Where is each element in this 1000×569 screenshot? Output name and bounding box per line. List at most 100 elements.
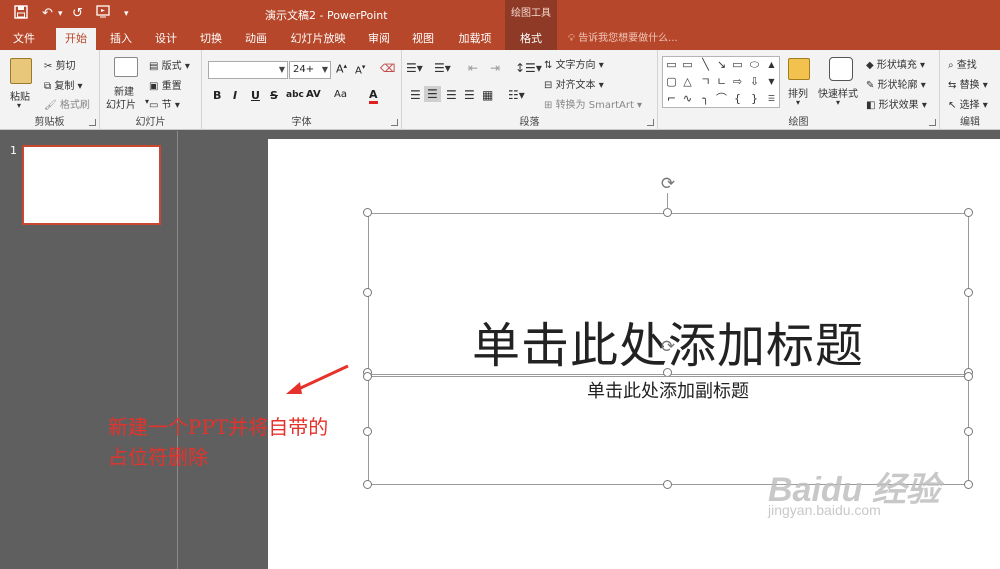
- tab-review[interactable]: 审阅: [362, 28, 396, 50]
- find-button[interactable]: ⌕ 查找: [948, 56, 977, 71]
- font-color-button[interactable]: A: [369, 88, 378, 104]
- tab-transitions[interactable]: 切换: [193, 28, 229, 50]
- new-slide-label2[interactable]: 幻灯片: [106, 96, 136, 111]
- smartart-button[interactable]: ⊞ 转换为 SmartArt ▾: [544, 96, 642, 111]
- tell-me-box[interactable]: 💡︎ 告诉我您想要做什么...: [568, 28, 678, 50]
- shrink-font-icon[interactable]: A▾: [355, 63, 365, 76]
- textbox-shape-icon[interactable]: ▭: [665, 58, 678, 71]
- customize-qat-icon[interactable]: ▾: [124, 5, 129, 23]
- font-launcher-icon[interactable]: [391, 119, 398, 126]
- triangle-shape-icon[interactable]: △: [681, 75, 694, 88]
- format-painter-button[interactable]: 🖌︎ 格式刷: [44, 96, 90, 111]
- right-arrow-shape-icon[interactable]: ⇨: [731, 75, 744, 88]
- strikethrough-button[interactable]: S: [270, 89, 278, 102]
- line-spacing-icon[interactable]: ↕☰▾: [515, 61, 542, 75]
- italic-button[interactable]: I: [233, 89, 237, 102]
- text-shadow-button[interactable]: abc: [286, 90, 304, 100]
- subtitle-placeholder-text[interactable]: 单击此处添加副标题: [368, 377, 968, 403]
- grow-font-icon[interactable]: A▴: [336, 62, 347, 76]
- columns-icon[interactable]: ☷▾: [508, 88, 525, 102]
- undo-dropdown-icon[interactable]: ▾: [58, 5, 63, 23]
- resize-handle[interactable]: [964, 427, 973, 436]
- underline-button[interactable]: U: [251, 89, 260, 102]
- numbering-icon[interactable]: ☰▾: [434, 61, 451, 75]
- align-text-button[interactable]: ⊟ 对齐文本 ▾: [544, 76, 604, 91]
- bullets-icon[interactable]: ☰▾: [406, 61, 423, 75]
- tab-home[interactable]: 开始: [56, 28, 96, 50]
- drawing-launcher-icon[interactable]: [929, 119, 936, 126]
- rectangle-shape-icon[interactable]: ▭: [731, 58, 744, 71]
- copy-button[interactable]: ⧉ 复制 ▾: [44, 77, 83, 92]
- font-name-dropdown-icon[interactable]: ▼: [279, 62, 285, 78]
- tab-format[interactable]: 格式: [505, 28, 557, 50]
- elbow-shape-icon[interactable]: ㄴ: [715, 75, 728, 88]
- star-shape-icon[interactable]: ⇩: [748, 75, 761, 88]
- oval-shape-icon[interactable]: ⬭: [748, 58, 761, 71]
- quick-styles-dropdown-icon[interactable]: ▾: [836, 98, 840, 107]
- tab-slideshow[interactable]: 幻灯片放映: [285, 28, 351, 50]
- line-shape-icon[interactable]: ╲: [699, 58, 712, 71]
- connector-shape-icon[interactable]: ㄱ: [699, 75, 712, 88]
- shape-effects-button[interactable]: ◧ 形状效果 ▾: [866, 96, 927, 111]
- shapes-gallery[interactable]: ▭ ▭ ╲ ↘ ▭ ⬭ ▢ △ ㄱ ㄴ ⇨ ⇩ ⌐ ∿ ╮ ⌒ { } ▲ ▼ …: [662, 56, 780, 108]
- resize-handle[interactable]: [363, 288, 372, 297]
- vertical-textbox-shape-icon[interactable]: ▭: [681, 58, 694, 71]
- arrange-dropdown-icon[interactable]: ▾: [796, 98, 800, 107]
- cut-button[interactable]: ✂ 剪切: [44, 57, 76, 72]
- rotate-handle-icon[interactable]: ⟳: [658, 337, 678, 357]
- gallery-scroll-up-icon[interactable]: ▲: [765, 58, 778, 71]
- save-icon[interactable]: [14, 5, 28, 23]
- freeform-shape-icon[interactable]: ⌐: [665, 92, 678, 105]
- brace-right-shape-icon[interactable]: }: [748, 92, 761, 105]
- font-size-combo[interactable]: 24+ ▼: [289, 61, 331, 79]
- tab-design[interactable]: 设计: [148, 28, 184, 50]
- redo-icon[interactable]: ↺: [72, 5, 83, 23]
- paragraph-launcher-icon[interactable]: [647, 119, 654, 126]
- reset-button[interactable]: ▣ 重置: [149, 77, 182, 92]
- undo-icon[interactable]: ↶: [42, 5, 53, 23]
- bold-button[interactable]: B: [213, 89, 221, 102]
- section-button[interactable]: ▭ 节 ▾: [149, 96, 180, 111]
- resize-handle[interactable]: [363, 480, 372, 489]
- align-center-icon[interactable]: ☰: [424, 86, 441, 102]
- layout-button[interactable]: ▤ 版式 ▾: [149, 57, 190, 72]
- resize-handle[interactable]: [964, 288, 973, 297]
- decrease-indent-icon[interactable]: ⇤: [468, 61, 478, 75]
- change-case-button[interactable]: Aa: [334, 89, 347, 100]
- from-beginning-icon[interactable]: [96, 5, 112, 23]
- arrow-line-shape-icon[interactable]: ↘: [715, 58, 728, 71]
- justify-icon[interactable]: ☰: [464, 88, 475, 102]
- tab-animations[interactable]: 动画: [238, 28, 274, 50]
- align-left-icon[interactable]: ☰: [410, 88, 421, 102]
- align-right-icon[interactable]: ☰: [446, 88, 457, 102]
- curve-shape-icon[interactable]: ╮: [699, 92, 712, 105]
- resize-handle[interactable]: [663, 208, 672, 217]
- clear-format-icon[interactable]: ⌫: [380, 62, 396, 75]
- tab-file[interactable]: 文件: [6, 28, 42, 50]
- text-direction-button[interactable]: ⇅ 文字方向 ▾: [544, 56, 604, 71]
- select-button[interactable]: ↖ 选择 ▾: [948, 96, 988, 111]
- shape-outline-button[interactable]: ✎ 形状轮廓 ▾: [866, 76, 926, 91]
- scribble-shape-icon[interactable]: ∿: [681, 92, 694, 105]
- gallery-scroll-down-icon[interactable]: ▼: [765, 75, 778, 88]
- tab-view[interactable]: 视图: [406, 28, 440, 50]
- increase-indent-icon[interactable]: ⇥: [490, 61, 500, 75]
- resize-handle[interactable]: [363, 208, 372, 217]
- resize-handle[interactable]: [964, 208, 973, 217]
- char-spacing-button[interactable]: AV: [306, 89, 321, 100]
- resize-handle[interactable]: [663, 480, 672, 489]
- font-name-combo[interactable]: ▼: [208, 61, 288, 79]
- distributed-icon[interactable]: ▦: [482, 88, 493, 102]
- gallery-more-icon[interactable]: ☰: [765, 92, 778, 105]
- shape-fill-button[interactable]: ◆ 形状填充 ▾: [866, 56, 925, 71]
- tab-insert[interactable]: 插入: [103, 28, 139, 50]
- paste-dropdown-icon[interactable]: ▾: [17, 101, 21, 110]
- rotate-handle-icon[interactable]: ⟳: [658, 174, 678, 194]
- arc-shape-icon[interactable]: ⌒: [715, 92, 728, 105]
- slide-thumbnail[interactable]: [22, 145, 161, 225]
- brace-left-shape-icon[interactable]: {: [731, 92, 744, 105]
- font-size-dropdown-icon[interactable]: ▼: [322, 62, 328, 78]
- tab-addins[interactable]: 加载项: [452, 28, 498, 50]
- rounded-rect-shape-icon[interactable]: ▢: [665, 75, 678, 88]
- clipboard-launcher-icon[interactable]: [89, 119, 96, 126]
